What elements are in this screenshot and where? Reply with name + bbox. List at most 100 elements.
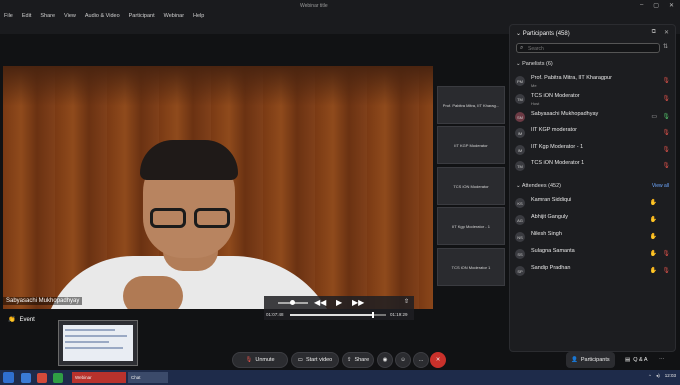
attendee-row[interactable]: SS Sulagna Samanta ✋ 🎙 [515, 247, 670, 263]
panelist-row[interactable]: SM Sabyasachi Mukhopadhyay ▭ 🎙 [515, 110, 670, 126]
search-input[interactable] [528, 45, 656, 52]
panel-header-icons: ⧉ ✕ [652, 29, 669, 36]
close-icon[interactable]: ✕ [669, 2, 674, 9]
minimize-icon[interactable]: – [640, 2, 643, 9]
qa-panel-button[interactable]: ▤ Q & A [620, 352, 653, 368]
microphone-muted-icon[interactable]: 🎙 [662, 95, 670, 102]
record-button[interactable]: ◉ [377, 352, 393, 368]
attendee-row[interactable]: AG Abhijit Ganguly ✋ [515, 213, 670, 229]
hand-icon[interactable]: ✋ [650, 233, 657, 240]
video-tile[interactable]: TCS iON Moderator 1 [437, 248, 505, 286]
progress-bar[interactable] [290, 312, 386, 318]
more-options-button[interactable]: ... [413, 352, 429, 368]
taskbar-chat[interactable]: Chat [128, 372, 168, 383]
network-icon[interactable]: ◔ [648, 373, 651, 379]
microphone-muted-icon[interactable]: 🎙 [662, 146, 670, 153]
people-icon: 👤 [571, 357, 578, 363]
microphone-active-icon[interactable]: 🎙 [662, 113, 670, 120]
menu-items: File Edit Share View Audio & Video Parti… [4, 13, 204, 19]
video-tile[interactable]: IIT KGP Moderator [437, 126, 505, 164]
microphone-muted-icon[interactable]: 🎙 [662, 162, 670, 169]
attendee-row[interactable]: SP Sandip Pradhan ✋ 🎙 [515, 264, 670, 280]
taskbar-icon[interactable] [18, 372, 34, 383]
menu-share[interactable]: Share [40, 13, 55, 19]
menu-participant[interactable]: Participant [129, 13, 155, 19]
video-tile[interactable]: IIT Kgp Moderator - 1 [437, 207, 505, 245]
reactions-button[interactable]: ☺ [395, 352, 411, 368]
video-tile[interactable]: TCS iON Moderator [437, 167, 505, 205]
start-video-button[interactable]: ▭ Start video [291, 352, 339, 368]
smiley-icon: ☺ [400, 357, 406, 363]
leave-button[interactable]: ✕ [430, 352, 446, 368]
taskbar-icon[interactable] [50, 372, 66, 383]
thumbnail-line [65, 335, 127, 337]
panelist-row[interactable]: PM Prof. Pabitra Mitra, IIT Kharagpur Me… [515, 74, 670, 90]
video-tile[interactable]: Prof. Pabitra Mitra, IIT Kharag... [437, 86, 505, 124]
hand-icon[interactable]: ✋ [650, 267, 657, 274]
participant-name: TCS iON Moderator [531, 93, 580, 99]
chevron-down-icon[interactable]: ⌄ [516, 31, 521, 37]
sort-icon[interactable]: ⇅ [663, 43, 668, 50]
microphone-muted-icon[interactable]: 🎙 [662, 129, 670, 136]
participants-panel-button[interactable]: 👤 Participants [566, 352, 615, 368]
menu-webinar[interactable]: Webinar [164, 13, 184, 19]
share-button[interactable]: ⇪ Share [342, 352, 374, 368]
panelist-row[interactable]: TM TCS iON Moderator 1 🎙 [515, 159, 670, 175]
maximize-icon[interactable]: ▢ [653, 2, 659, 9]
tile-label: Prof. Pabitra Mitra, IIT Kharag... [442, 102, 500, 108]
progress-knob[interactable] [371, 312, 374, 318]
participant-name: Kamran Siddiqui [531, 197, 572, 203]
pop-out-icon[interactable]: ⇧ [404, 298, 409, 305]
attendee-row[interactable]: NS Nilesh Singh ✋ [515, 230, 670, 246]
avatar: TM [515, 161, 525, 171]
microphone-muted-icon[interactable]: 🎙 [662, 77, 670, 84]
speaker-icon[interactable]: ◂) [656, 373, 660, 379]
thumbnail-line [65, 329, 115, 331]
attendees-header[interactable]: ⌄ Attendees (452) [516, 183, 561, 189]
hand-icon[interactable]: ✋ [650, 250, 657, 257]
avatar: PM [515, 76, 525, 86]
active-speaker-video[interactable] [3, 66, 433, 309]
clock[interactable]: 12:03 [665, 373, 676, 379]
record-icon: ◉ [382, 357, 388, 363]
microphone-muted-icon[interactable]: 🎙 [662, 250, 670, 257]
volume-knob[interactable] [290, 300, 295, 305]
avatar: NS [515, 232, 525, 242]
panelist-row[interactable]: IM IIT KGP moderator 🎙 [515, 126, 670, 142]
video-camera-icon[interactable]: ▭ [651, 113, 657, 120]
rewind-icon[interactable]: ◀◀ [314, 298, 326, 307]
panelist-row[interactable]: TM TCS iON Moderator Host 🎙 [515, 92, 670, 108]
participant-name: Abhijit Ganguly [531, 214, 568, 220]
system-tray: ◔ ◂) 12:03 [648, 373, 676, 379]
unmute-button[interactable]: 🎙 Unmute [232, 352, 288, 368]
avatar: AG [515, 215, 525, 225]
start-button[interactable] [3, 372, 14, 383]
participant-name: Prof. Pabitra Mitra, IIT Kharagpur [531, 75, 612, 81]
taskbar-webinar[interactable]: Webinar [72, 372, 126, 383]
taskbar-icon[interactable] [34, 372, 50, 383]
hand-icon[interactable]: ✋ [650, 199, 657, 206]
participant-name: TCS iON Moderator 1 [531, 160, 585, 166]
hand-icon[interactable]: ✋ [650, 216, 657, 223]
menu-edit[interactable]: Edit [22, 13, 31, 19]
play-icon[interactable]: ▶ [336, 298, 342, 307]
search-icon: ⌕ [520, 45, 524, 51]
fast-forward-icon[interactable]: ▶▶ [352, 298, 364, 307]
close-icon[interactable]: ✕ [664, 29, 669, 36]
menu-help[interactable]: Help [193, 13, 204, 19]
menu-file[interactable]: File [4, 13, 13, 19]
attendee-row[interactable]: KS Kamran Siddiqui ✋ [515, 196, 670, 212]
menu-view[interactable]: View [64, 13, 76, 19]
panelist-row[interactable]: IM IIT Kgp Moderator - 1 🎙 [515, 143, 670, 159]
elapsed-time: 01:07:48 [266, 312, 284, 317]
view-all-link[interactable]: View all [652, 183, 669, 189]
participants-title: ⌄ Participants (458) [516, 30, 570, 37]
panelists-header[interactable]: ⌄ Panelists (6) [516, 61, 553, 67]
participants-count-label: Participants (458) [522, 31, 570, 37]
pop-out-icon[interactable]: ⧉ [652, 29, 656, 36]
more-panels-button[interactable]: ⋯ [654, 352, 670, 368]
shared-screen-thumbnail[interactable] [58, 320, 138, 366]
menu-audio-video[interactable]: Audio & Video [85, 13, 120, 19]
search-box[interactable]: ⌕ [516, 43, 660, 53]
microphone-muted-icon[interactable]: 🎙 [662, 267, 670, 274]
